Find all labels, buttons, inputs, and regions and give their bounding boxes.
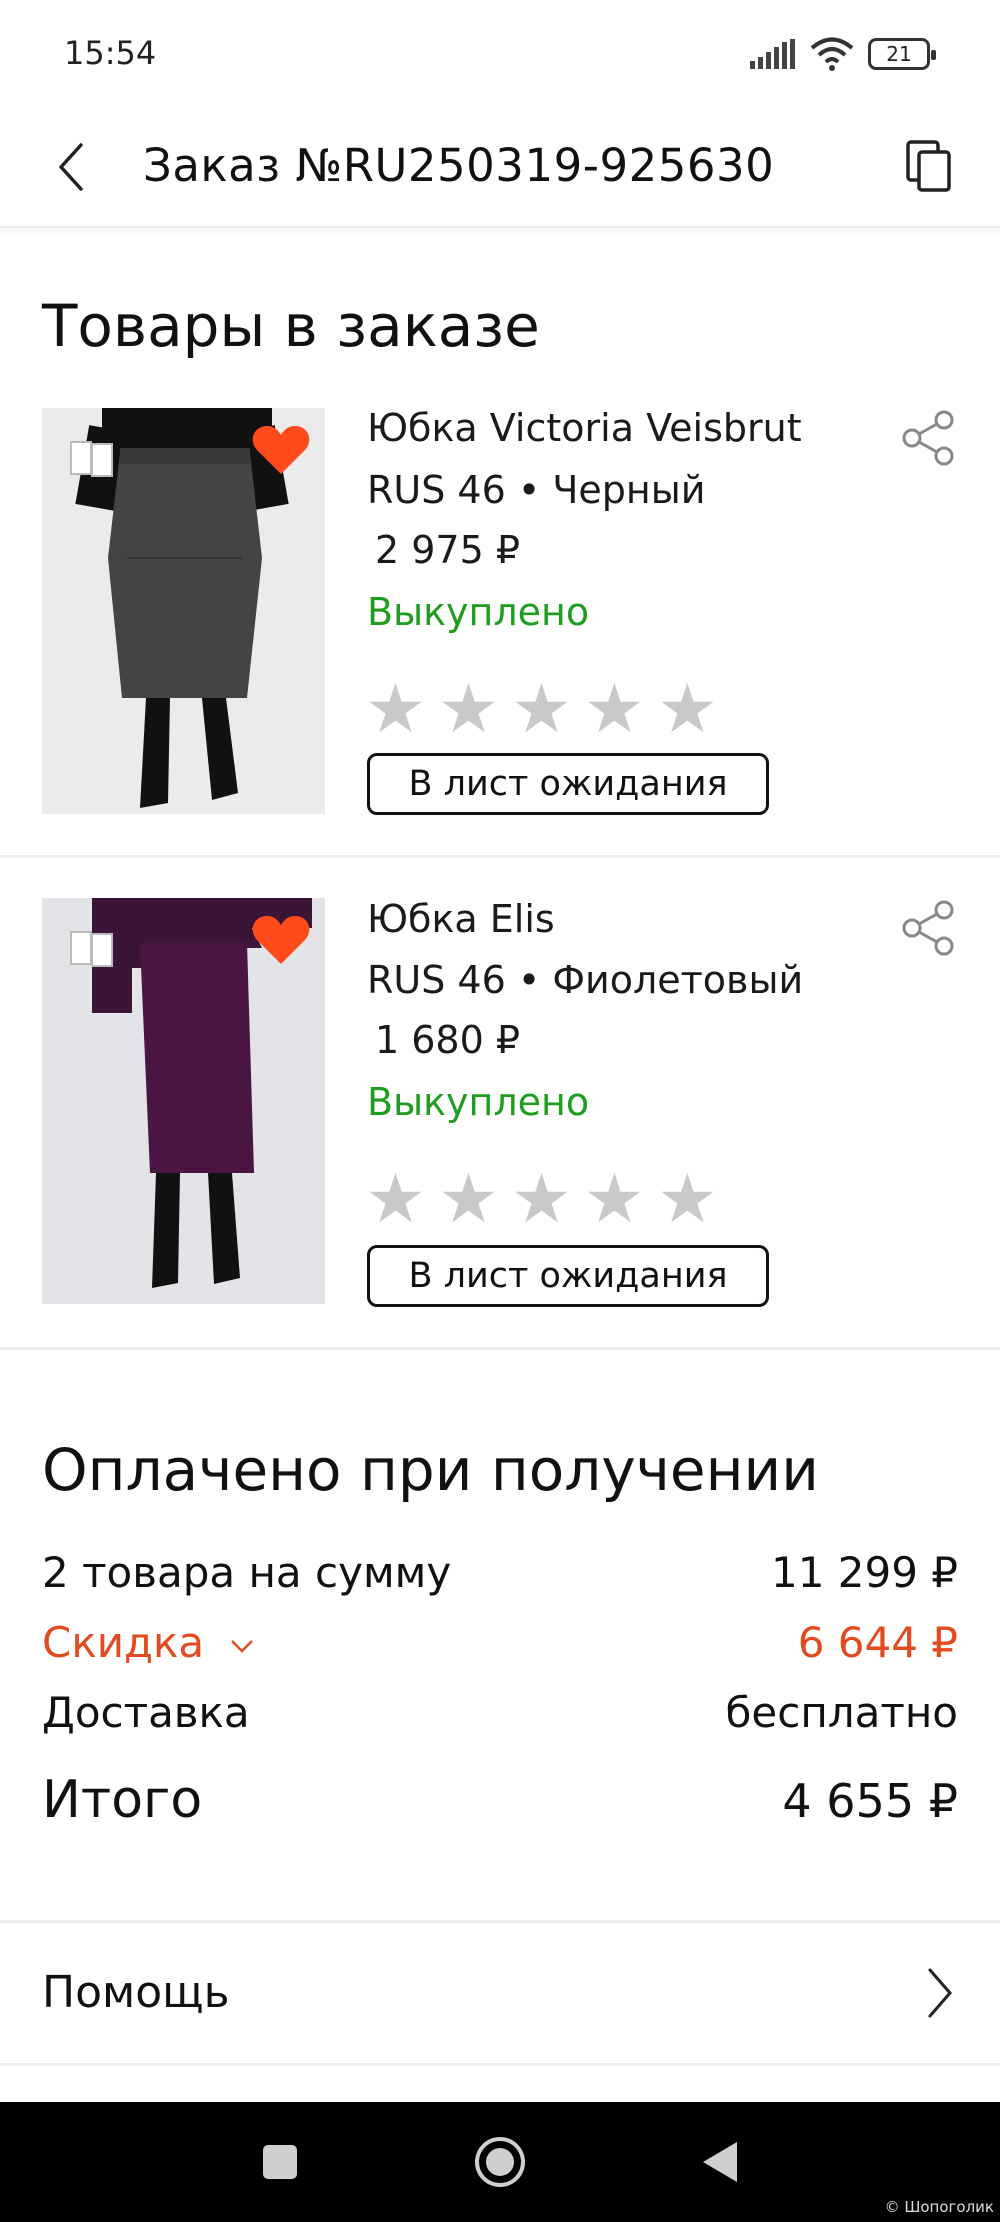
- wifi-icon: [810, 37, 854, 71]
- product-variant: RUS 46 • Фиолетовый: [367, 958, 804, 1002]
- product-price: 2 975 ₽: [375, 528, 521, 572]
- product-status: Выкуплено: [367, 590, 590, 634]
- star-icon[interactable]: ★: [511, 1166, 572, 1234]
- star-icon[interactable]: ★: [584, 676, 645, 744]
- delivery-value: бесплатно: [725, 1688, 959, 1737]
- subtotal-label: 2 товара на сумму: [42, 1548, 452, 1597]
- star-icon[interactable]: ★: [511, 676, 572, 744]
- system-nav-bar: © Шопоголик: [0, 2102, 1000, 2222]
- home-button[interactable]: [470, 2132, 530, 2192]
- star-icon[interactable]: ★: [365, 1166, 426, 1234]
- product-price: 1 680 ₽: [375, 1018, 521, 1062]
- total-label: Итого: [42, 1770, 203, 1830]
- subtotal-row: 2 товара на сумму 11 299 ₽: [42, 1548, 958, 1597]
- delivery-row: Доставка бесплатно: [42, 1688, 958, 1737]
- signal-icon: [750, 39, 795, 69]
- status-icons: 21: [750, 34, 936, 74]
- back-nav-button[interactable]: [690, 2132, 750, 2192]
- back-button[interactable]: [46, 132, 96, 202]
- copy-order-button[interactable]: [894, 128, 964, 204]
- items-section-title: Товары в заказе: [42, 292, 540, 360]
- star-icon[interactable]: ★: [365, 676, 426, 744]
- battery-level: 21: [886, 42, 912, 66]
- heart-icon[interactable]: [252, 424, 310, 476]
- divider: [0, 855, 1000, 858]
- product-name[interactable]: Юбка Victoria Veisbrut: [367, 406, 802, 450]
- status-time: 15:54: [64, 34, 157, 72]
- star-icon[interactable]: ★: [657, 676, 718, 744]
- payment-section-title: Оплачено при получении: [42, 1436, 819, 1504]
- chevron-right-icon: [920, 1963, 960, 2023]
- chevron-down-icon: [230, 1639, 253, 1653]
- share-button[interactable]: [900, 898, 956, 958]
- discount-row[interactable]: Скидка 6 644 ₽: [42, 1618, 958, 1667]
- app-header: Заказ №RU250319-925630: [0, 110, 1000, 228]
- divider: [0, 2063, 1000, 2066]
- star-icon[interactable]: ★: [657, 1166, 718, 1234]
- product-variant: RUS 46 • Черный: [367, 468, 706, 512]
- discount-label: Скидка: [42, 1618, 205, 1667]
- delivery-label: Доставка: [42, 1688, 250, 1737]
- star-icon[interactable]: ★: [438, 1166, 499, 1234]
- back-chevron-icon: [59, 143, 83, 191]
- waitlist-button[interactable]: В лист ожидания: [367, 1245, 769, 1307]
- share-button[interactable]: [900, 408, 956, 468]
- subtotal-value: 11 299 ₽: [770, 1548, 958, 1597]
- product-image[interactable]: [42, 898, 325, 1304]
- status-bar: 15:54 21: [0, 0, 1000, 110]
- share-icon: [902, 410, 954, 466]
- rating-stars[interactable]: ★ ★ ★ ★ ★: [365, 1166, 718, 1234]
- copy-icon: [906, 140, 951, 192]
- recents-button[interactable]: [250, 2132, 310, 2192]
- share-icon: [902, 900, 954, 956]
- total-value: 4 655 ₽: [782, 1774, 958, 1828]
- rating-stars[interactable]: ★ ★ ★ ★ ★: [365, 676, 718, 744]
- help-row[interactable]: Помощь: [0, 1923, 1000, 2063]
- recents-icon: [263, 2145, 297, 2179]
- home-icon: [475, 2137, 525, 2187]
- compare-icon[interactable]: [68, 928, 116, 970]
- compare-icon[interactable]: [68, 438, 116, 480]
- back-triangle-icon: [703, 2142, 737, 2182]
- product-image[interactable]: [42, 408, 325, 814]
- help-label: Помощь: [42, 1967, 230, 2018]
- product-name[interactable]: Юбка Elis: [367, 897, 555, 941]
- divider: [0, 1347, 1000, 1350]
- total-row: Итого 4 655 ₽: [42, 1770, 958, 1830]
- discount-value: 6 644 ₽: [797, 1618, 958, 1667]
- discount-toggle[interactable]: Скидка: [42, 1618, 254, 1667]
- waitlist-button[interactable]: В лист ожидания: [367, 753, 769, 815]
- product-status: Выкуплено: [367, 1080, 590, 1124]
- watermark: © Шопоголик: [884, 2198, 994, 2216]
- battery-icon: 21: [868, 38, 936, 70]
- star-icon[interactable]: ★: [584, 1166, 645, 1234]
- page-title: Заказ №RU250319-925630: [143, 139, 775, 192]
- heart-icon[interactable]: [252, 914, 310, 966]
- star-icon[interactable]: ★: [438, 676, 499, 744]
